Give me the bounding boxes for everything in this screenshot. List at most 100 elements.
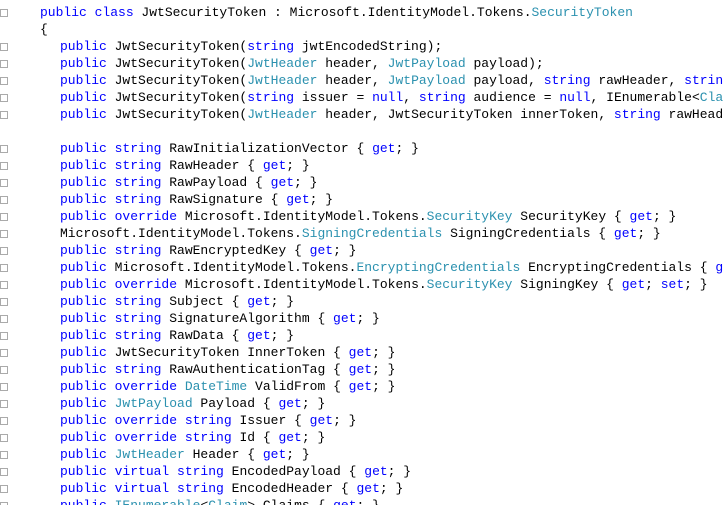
collapse-dot[interactable] <box>0 400 8 408</box>
token: payload); <box>466 56 544 71</box>
line-content: public string RawPayload { get; } <box>38 174 317 191</box>
token: header, <box>317 56 387 71</box>
token: IEnumerable <box>115 498 201 505</box>
collapse-dot[interactable] <box>0 349 8 357</box>
collapse-dot[interactable] <box>0 162 8 170</box>
collapse-dot[interactable] <box>0 417 8 425</box>
token: Subject { <box>169 294 247 309</box>
collapse-dot[interactable] <box>0 366 8 374</box>
token: ; } <box>302 396 325 411</box>
token: public <box>60 158 115 173</box>
token: override <box>115 277 185 292</box>
code-line: public string SignatureAlgorithm { get; … <box>0 310 724 327</box>
token: , IEnumerable< <box>591 90 700 105</box>
token: get <box>364 464 387 479</box>
token: get <box>349 345 372 360</box>
token: ; } <box>372 345 395 360</box>
token: Payload { <box>193 396 279 411</box>
collapse-dot[interactable] <box>0 111 8 119</box>
token: get <box>356 481 379 496</box>
line-gutter <box>0 43 38 51</box>
collapse-dot[interactable] <box>0 434 8 442</box>
token: string <box>185 430 240 445</box>
collapse-dot[interactable] <box>0 94 8 102</box>
token: null <box>559 90 590 105</box>
collapse-dot[interactable] <box>0 298 8 306</box>
collapse-dot[interactable] <box>0 179 8 187</box>
line-content: public override DateTime ValidFrom { get… <box>38 378 395 395</box>
code-line: public string RawAuthenticationTag { get… <box>0 361 724 378</box>
code-line: public virtual string EncodedPayload { g… <box>0 463 724 480</box>
token: EncodedHeader { <box>232 481 357 496</box>
token: null <box>372 90 403 105</box>
token: public <box>60 209 115 224</box>
line-gutter <box>0 349 38 357</box>
line-gutter <box>0 400 38 408</box>
collapse-dot[interactable] <box>0 451 8 459</box>
line-gutter <box>0 179 38 187</box>
token: string <box>185 413 240 428</box>
line-content: public override Microsoft.IdentityModel.… <box>38 208 676 225</box>
collapse-dot[interactable] <box>0 485 8 493</box>
token: string <box>544 73 599 88</box>
token: get <box>372 141 395 156</box>
collapse-dot[interactable] <box>0 264 8 272</box>
token: public <box>60 175 115 190</box>
token: SecurityKey { <box>513 209 630 224</box>
token: public <box>60 481 115 496</box>
token: ; } <box>286 158 309 173</box>
token: RawData { <box>169 328 247 343</box>
collapse-dot[interactable] <box>0 502 8 505</box>
token: get <box>286 192 309 207</box>
collapse-dot[interactable] <box>0 332 8 340</box>
token: string <box>115 328 170 343</box>
line-content: public string Subject { get; } <box>38 293 294 310</box>
token: string <box>115 243 170 258</box>
token: JwtPayload <box>115 396 193 411</box>
token: JwtSecurityToken( <box>115 90 248 105</box>
line-gutter <box>0 468 38 476</box>
code-line: public string RawEncryptedKey { get; } <box>0 242 724 259</box>
token: public <box>60 90 115 105</box>
token: , <box>403 90 419 105</box>
collapse-dot[interactable] <box>0 145 8 153</box>
code-line: public string RawHeader { get; } <box>0 157 724 174</box>
token: Claim <box>700 90 724 105</box>
token: Id { <box>239 430 278 445</box>
token: JwtSecurityToken( <box>115 56 248 71</box>
token: get <box>614 226 637 241</box>
collapse-dot[interactable] <box>0 77 8 85</box>
line-gutter <box>0 451 38 459</box>
token: override <box>115 413 185 428</box>
code-line: public virtual string EncodedHeader { ge… <box>0 480 724 497</box>
token: public <box>40 5 95 20</box>
line-gutter <box>0 213 38 221</box>
token: RawHeader { <box>169 158 263 173</box>
collapse-dot[interactable] <box>0 247 8 255</box>
token: get <box>247 294 270 309</box>
collapse-dot[interactable] <box>0 315 8 323</box>
token: SecurityKey <box>427 209 513 224</box>
line-content: public JwtHeader Header { get; } <box>38 446 310 463</box>
collapse-dot[interactable] <box>0 196 8 204</box>
token: get <box>310 243 333 258</box>
collapse-dot[interactable] <box>0 281 8 289</box>
line-gutter <box>0 60 38 68</box>
token: ValidFrom { <box>247 379 348 394</box>
line-gutter <box>0 77 38 85</box>
line-content: public string RawData { get; } <box>38 327 294 344</box>
collapse-dot[interactable] <box>0 213 8 221</box>
collapse-dot[interactable] <box>0 230 8 238</box>
token: public <box>60 379 115 394</box>
code-line: public JwtSecurityToken(string jwtEncode… <box>0 38 724 55</box>
collapse-dot[interactable] <box>0 43 8 51</box>
line-content: public override string Issuer { get; } <box>38 412 356 429</box>
collapse-dot[interactable] <box>0 468 8 476</box>
token: ; } <box>357 498 380 505</box>
collapse-dot[interactable] <box>0 9 8 17</box>
token: innerToken, <box>513 107 614 122</box>
collapse-dot[interactable] <box>0 383 8 391</box>
collapse-dot[interactable] <box>0 60 8 68</box>
token: ; } <box>310 192 333 207</box>
line-content: public JwtSecurityToken(string jwtEncode… <box>38 38 442 55</box>
